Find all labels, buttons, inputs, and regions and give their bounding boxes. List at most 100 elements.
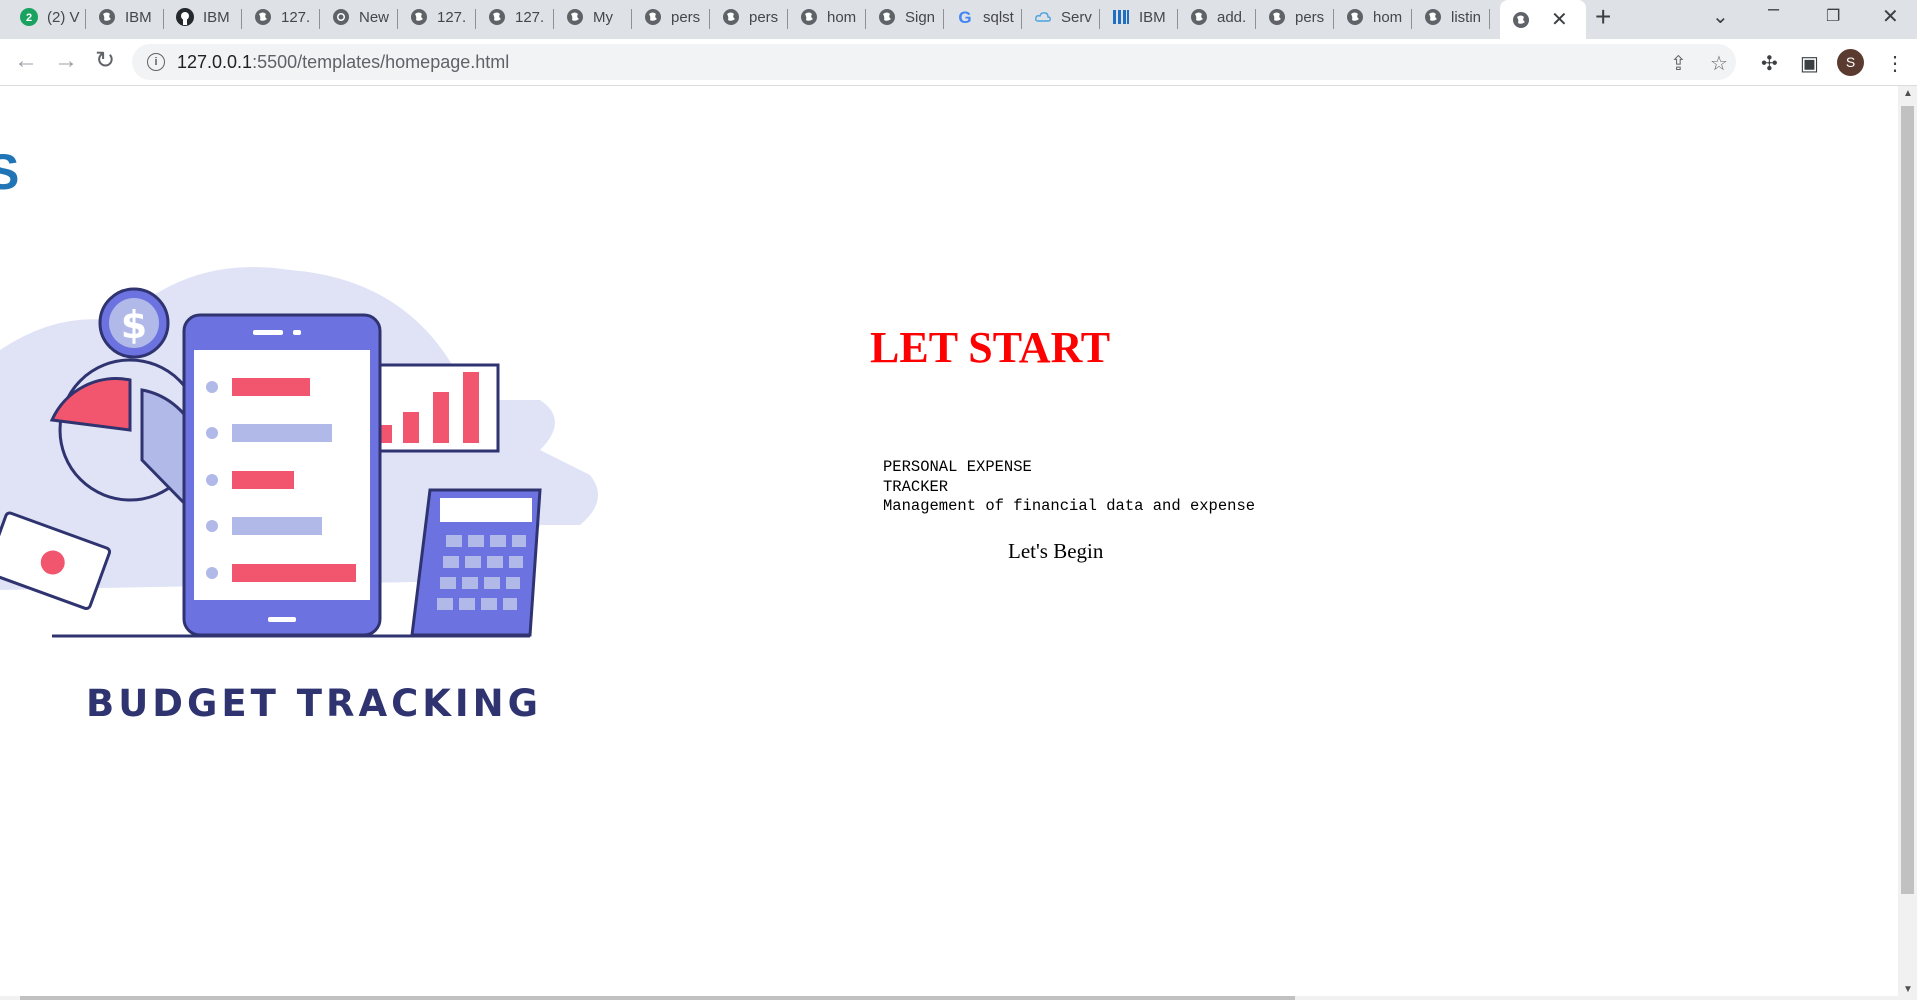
- globe-icon: [254, 8, 272, 26]
- tab-1[interactable]: 2 (2) V: [8, 0, 86, 34]
- url-host: 127.0.0.1: [177, 51, 253, 72]
- extensions-puzzle-icon[interactable]: ✣: [1761, 51, 1778, 76]
- globe-icon: [488, 8, 506, 26]
- globe-icon: [1512, 11, 1530, 29]
- tab-2[interactable]: IBM: [86, 0, 164, 34]
- svg-text:2: 2: [26, 12, 32, 24]
- globe-icon: [722, 8, 740, 26]
- logo-fragment: S: [0, 144, 20, 200]
- url-text[interactable]: 127.0.0.1:5500/templates/homepage.html: [177, 52, 509, 73]
- tab-title: sqlst: [983, 8, 1014, 26]
- tab-title: hom: [1373, 8, 1403, 26]
- tab-title: hom: [827, 8, 857, 26]
- tab-title: Sign: [905, 8, 936, 26]
- scroll-down-arrow-icon[interactable]: ▼: [1903, 984, 1913, 995]
- description-subtitle: Management of financial data and expense: [883, 497, 1256, 515]
- close-tab-icon[interactable]: ✕: [1551, 7, 1568, 32]
- tab-5[interactable]: New: [320, 0, 398, 34]
- side-panel-icon[interactable]: ▣: [1800, 51, 1819, 76]
- tab-title: IBM: [1139, 8, 1166, 26]
- dollar-coin-icon: $: [98, 287, 170, 359]
- tab-title: add.: [1217, 8, 1247, 26]
- globe-icon: [800, 8, 818, 26]
- tab-title: Serv: [1061, 8, 1092, 26]
- smartphone-icon: [182, 313, 382, 637]
- tab-13[interactable]: Gsqlst: [944, 0, 1022, 34]
- tab-title: listin: [1451, 8, 1482, 26]
- globe-icon: [878, 8, 896, 26]
- github-icon: [176, 8, 194, 26]
- tab-search-chevron-icon[interactable]: ⌄: [1712, 4, 1729, 29]
- google-icon: G: [956, 8, 974, 27]
- profile-avatar[interactable]: S: [1837, 49, 1864, 76]
- tab-12[interactable]: Sign: [866, 0, 944, 34]
- tab-17[interactable]: pers: [1256, 0, 1334, 34]
- tab-title: (2) V: [47, 8, 80, 26]
- description-block: PERSONAL EXPENSE TRACKER Management of fin…: [883, 458, 1255, 517]
- minimize-icon[interactable]: –: [1768, 0, 1779, 21]
- horizontal-scrollbar[interactable]: [0, 996, 1898, 1000]
- tab-title: pers: [749, 8, 779, 26]
- browser-toolbar: ← → ↻ i 127.0.0.1:5500/templates/homepag…: [0, 39, 1917, 86]
- address-bar[interactable]: i 127.0.0.1:5500/templates/homepage.html: [132, 44, 1736, 80]
- badge-icon: 2: [20, 8, 38, 26]
- tab-15[interactable]: IBM: [1100, 0, 1178, 34]
- bookmark-star-icon[interactable]: ☆: [1710, 51, 1728, 76]
- restore-icon[interactable]: ❐: [1826, 6, 1840, 26]
- globe-icon: [1190, 8, 1208, 26]
- vertical-scrollbar[interactable]: ▲ ▼: [1898, 86, 1917, 1000]
- lets-begin-button[interactable]: Let's Begin: [1008, 539, 1103, 564]
- illustration-caption: BUDGET TRACKING: [86, 682, 543, 725]
- tab-18[interactable]: hom: [1334, 0, 1412, 34]
- back-arrow-icon[interactable]: ←: [14, 46, 38, 76]
- tab-title: pers: [1295, 8, 1325, 26]
- cloud-icon: [1034, 8, 1052, 26]
- svg-text:G: G: [958, 8, 971, 26]
- new-tab-button[interactable]: +: [1595, 3, 1611, 31]
- svg-text:$: $: [121, 303, 147, 347]
- bar-chart-card-icon: [368, 363, 500, 453]
- tab-11[interactable]: hom: [788, 0, 866, 34]
- forward-arrow-icon[interactable]: →: [54, 46, 78, 76]
- tab-separator: [1489, 9, 1490, 29]
- url-path: :5500/templates/homepage.html: [252, 51, 510, 72]
- scroll-up-arrow-icon[interactable]: ▲: [1903, 88, 1913, 99]
- tab-9[interactable]: pers: [632, 0, 710, 34]
- tab-10[interactable]: pers: [710, 0, 788, 34]
- close-window-icon[interactable]: ✕: [1882, 4, 1899, 29]
- tab-14[interactable]: Serv: [1022, 0, 1100, 34]
- globe-icon: [98, 8, 116, 26]
- tab-strip: 2 (2) V IBM IBM 127. New 127. 127. My pers pers hom…: [0, 0, 1917, 39]
- menu-kebab-icon[interactable]: ⋮: [1885, 51, 1905, 76]
- tab-title: IBM: [125, 8, 152, 26]
- tab-title: IBM: [203, 8, 230, 26]
- tab-7[interactable]: 127.: [476, 0, 554, 34]
- horizontal-scrollbar-thumb[interactable]: [20, 996, 1295, 1000]
- ibm-icon: [1112, 8, 1130, 26]
- calculator-icon: [410, 488, 542, 637]
- tab-title: 127.: [281, 8, 311, 26]
- globe-icon: [1424, 8, 1442, 26]
- globe-icon: [1268, 8, 1286, 26]
- site-info-icon[interactable]: i: [147, 53, 165, 71]
- chrome-icon: [332, 8, 350, 26]
- page-headline: LET START: [870, 323, 1111, 372]
- tab-active[interactable]: ✕: [1500, 0, 1586, 39]
- tab-6[interactable]: 127.: [398, 0, 476, 34]
- tab-16[interactable]: add.: [1178, 0, 1256, 34]
- reload-icon[interactable]: ↻: [95, 46, 115, 76]
- globe-icon: [566, 8, 584, 26]
- tab-title: 127.: [515, 8, 545, 26]
- budget-tracking-illustration: $: [0, 266, 598, 638]
- globe-icon: [410, 8, 428, 26]
- tab-19[interactable]: listin: [1412, 0, 1490, 34]
- tab-3[interactable]: IBM: [164, 0, 242, 34]
- scrollbar-thumb[interactable]: [1901, 106, 1914, 894]
- tab-8[interactable]: My: [554, 0, 632, 34]
- globe-icon: [1346, 8, 1364, 26]
- description-title-line1: PERSONAL EXPENSE: [883, 458, 1032, 476]
- share-icon[interactable]: ⇪: [1670, 51, 1687, 76]
- tab-title: 127.: [437, 8, 467, 26]
- globe-icon: [644, 8, 662, 26]
- tab-4[interactable]: 127.: [242, 0, 320, 34]
